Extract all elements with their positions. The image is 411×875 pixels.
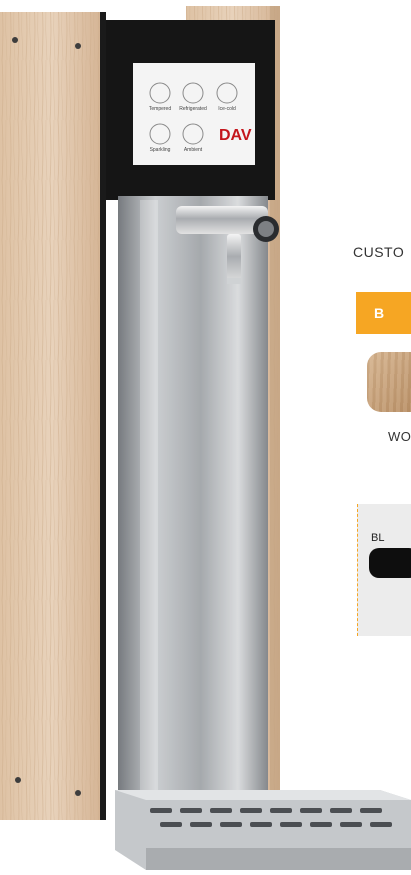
wood-label: WO [388,429,411,444]
wood-swatch[interactable] [367,352,411,412]
screen-label-refrigerated: Refrigerated [179,106,207,112]
screen-label-tempered: Tempered [148,106,172,112]
product-page: Tempered Refrigerated Ice-cold Sparkling… [0,0,411,875]
black-label: BL [371,532,385,544]
screen-label-ice-cold: Ice-cold [218,106,236,112]
black-swatch[interactable] [369,548,411,578]
customize-label: CUSTO [353,244,405,260]
customize-button[interactable]: B [356,292,411,334]
screen-label-ambient: Ambient [183,147,203,153]
screen-label-sparkling: Sparkling [149,147,171,153]
dav-logo: DAV [219,127,252,144]
dispenser-screen: Tempered Refrigerated Ice-cold Sparkling… [133,63,255,165]
